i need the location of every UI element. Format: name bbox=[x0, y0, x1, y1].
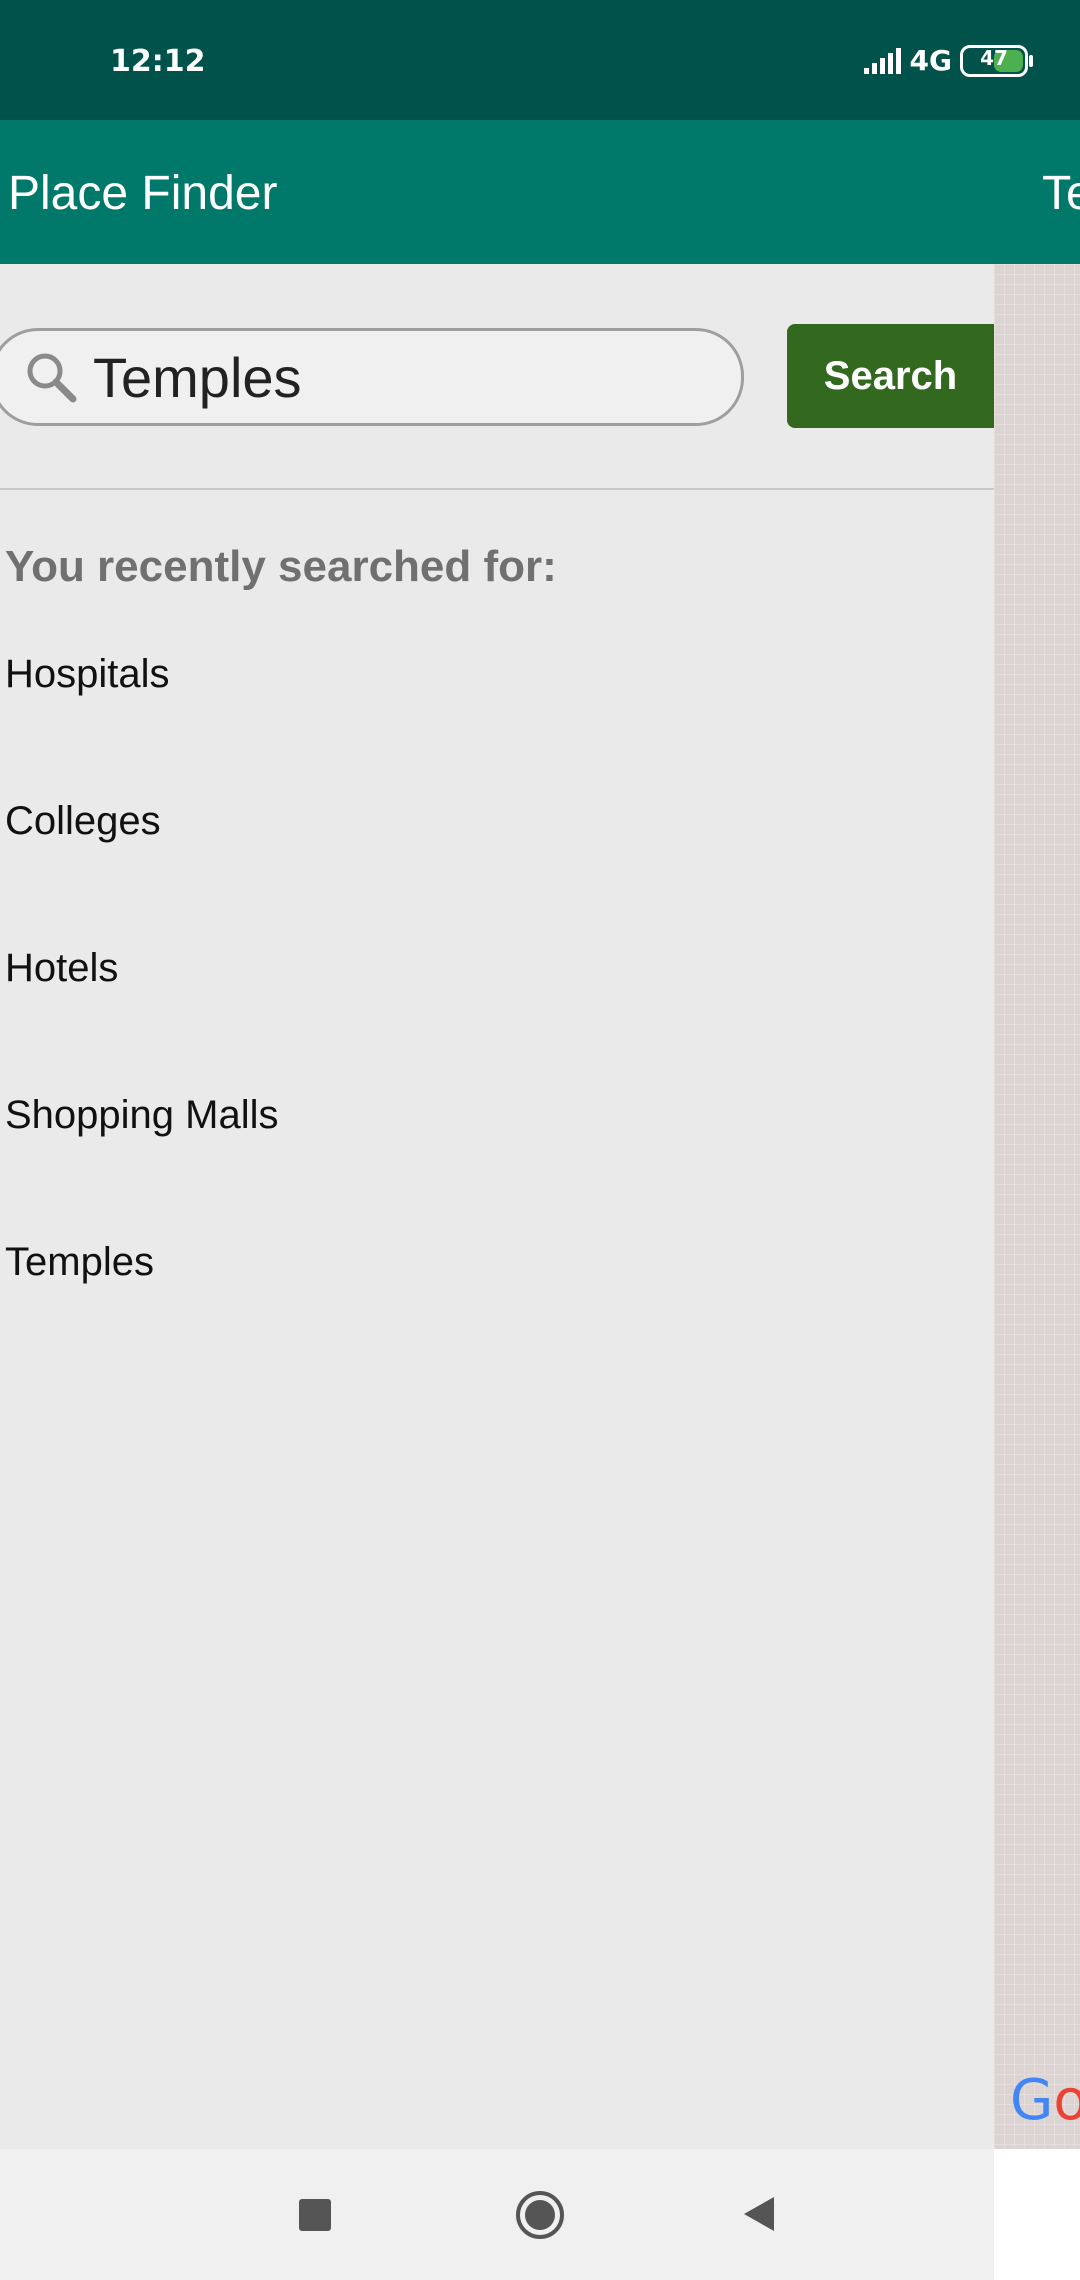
search-field[interactable] bbox=[0, 328, 744, 426]
search-button[interactable]: Search bbox=[787, 324, 994, 428]
recent-item-temples[interactable]: Temples bbox=[0, 1240, 994, 1387]
app-bar: Place Finder Te bbox=[0, 120, 1080, 264]
triangle-back-icon[interactable] bbox=[742, 2195, 776, 2233]
recent-item-colleges[interactable]: Colleges bbox=[0, 799, 994, 946]
battery-cap bbox=[1029, 54, 1033, 67]
status-bar: 12:12 4G 47 bbox=[0, 0, 1080, 120]
recent-searches-heading: You recently searched for: bbox=[5, 542, 557, 591]
search-drawer: Search You recently searched for: Hospit… bbox=[0, 264, 994, 2149]
navigation-bar-edge bbox=[994, 2149, 1080, 2280]
search-input[interactable] bbox=[93, 345, 653, 409]
search-icon bbox=[27, 353, 77, 403]
network-type: 4G bbox=[909, 44, 952, 77]
map-view[interactable] bbox=[994, 264, 1080, 2149]
battery-level: 47 bbox=[980, 45, 1008, 70]
app-title: Place Finder bbox=[8, 167, 278, 220]
square-icon[interactable] bbox=[298, 2198, 332, 2232]
circle-icon[interactable] bbox=[514, 2189, 566, 2241]
google-logo: Go bbox=[1010, 2068, 1080, 2133]
divider bbox=[0, 488, 994, 490]
status-indicators: 4G 47 bbox=[862, 44, 1033, 77]
signal-icon bbox=[863, 47, 901, 74]
battery-icon: 47 bbox=[960, 44, 1033, 77]
navigation-bar bbox=[0, 2149, 994, 2280]
recent-item-shopping-malls[interactable]: Shopping Malls bbox=[0, 1093, 994, 1240]
recent-searches-list: Hospitals Colleges Hotels Shopping Malls… bbox=[0, 652, 994, 1387]
recent-item-hospitals[interactable]: Hospitals bbox=[0, 652, 994, 799]
status-time: 12:12 bbox=[110, 44, 206, 79]
background-title-fragment: Te bbox=[1042, 167, 1080, 220]
recent-item-hotels[interactable]: Hotels bbox=[0, 946, 994, 1093]
